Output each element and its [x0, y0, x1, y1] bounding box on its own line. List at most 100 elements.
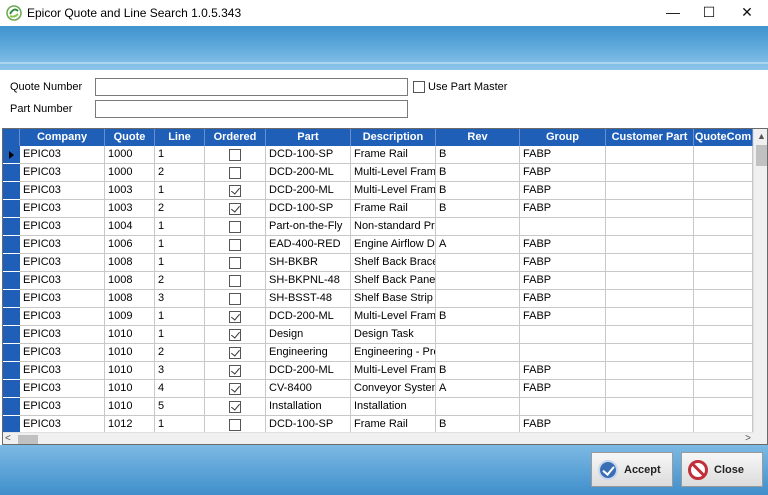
row-selector[interactable] — [3, 398, 20, 416]
cell-line[interactable]: 2 — [155, 200, 205, 218]
cell-quote[interactable]: 1010 — [105, 362, 155, 380]
cell-ordered[interactable] — [205, 200, 266, 218]
cell-customer-part[interactable] — [606, 146, 694, 164]
cell-rev[interactable] — [436, 272, 520, 290]
ordered-checkbox[interactable] — [229, 185, 241, 197]
cell-group[interactable]: FABP — [520, 308, 606, 326]
cell-part[interactable]: EAD-400-RED — [266, 236, 351, 254]
cell-line[interactable]: 1 — [155, 416, 205, 432]
cell-company[interactable]: EPIC03 — [20, 344, 105, 362]
horizontal-scroll-thumb[interactable] — [18, 435, 38, 444]
column-header-quote[interactable]: Quote — [105, 129, 155, 146]
cell-ordered[interactable] — [205, 146, 266, 164]
row-selector[interactable] — [3, 308, 20, 326]
cell-line[interactable]: 1 — [155, 146, 205, 164]
cell-quote[interactable]: 1008 — [105, 272, 155, 290]
ordered-checkbox[interactable] — [229, 203, 241, 215]
ordered-checkbox[interactable] — [229, 347, 241, 359]
table-row[interactable]: EPIC03 1012 1 DCD-100-SP Frame Rail B FABP — [3, 416, 753, 432]
scroll-right-icon[interactable]: > — [739, 433, 751, 444]
cell-description[interactable]: Shelf Back Brace — [351, 254, 436, 272]
cell-part[interactable]: Design — [266, 326, 351, 344]
row-selector[interactable] — [3, 236, 20, 254]
cell-line[interactable]: 1 — [155, 218, 205, 236]
ordered-checkbox[interactable] — [229, 149, 241, 161]
cell-company[interactable]: EPIC03 — [20, 272, 105, 290]
cell-part[interactable]: Engineering — [266, 344, 351, 362]
column-header-customer-part[interactable]: Customer Part — [606, 129, 694, 146]
cell-part[interactable]: SH-BKBR — [266, 254, 351, 272]
cell-customer-part[interactable] — [606, 182, 694, 200]
cell-part[interactable]: DCD-100-SP — [266, 200, 351, 218]
cell-rev[interactable] — [436, 290, 520, 308]
cell-ordered[interactable] — [205, 308, 266, 326]
cell-quote[interactable]: 1004 — [105, 218, 155, 236]
table-row[interactable]: EPIC03 1000 2 DCD-200-ML Multi-Level Frame B F… — [3, 164, 753, 182]
cell-ordered[interactable] — [205, 254, 266, 272]
table-row[interactable]: EPIC03 1008 1 SH-BKBR Shelf Back Brace FABP — [3, 254, 753, 272]
cell-quote-comment[interactable] — [694, 182, 753, 200]
cell-company[interactable]: EPIC03 — [20, 380, 105, 398]
cell-rev[interactable] — [436, 398, 520, 416]
row-selector[interactable] — [3, 182, 20, 200]
cell-ordered[interactable] — [205, 416, 266, 432]
row-selector[interactable] — [3, 146, 20, 164]
ordered-checkbox[interactable] — [229, 329, 241, 341]
cell-quote[interactable]: 1006 — [105, 236, 155, 254]
cell-ordered[interactable] — [205, 380, 266, 398]
cell-group[interactable]: FABP — [520, 254, 606, 272]
cell-quote[interactable]: 1010 — [105, 344, 155, 362]
cell-part[interactable]: DCD-200-ML — [266, 164, 351, 182]
cell-line[interactable]: 4 — [155, 380, 205, 398]
cell-customer-part[interactable] — [606, 326, 694, 344]
cell-description[interactable]: Multi-Level Frame — [351, 308, 436, 326]
cell-description[interactable]: Installation — [351, 398, 436, 416]
cell-customer-part[interactable] — [606, 290, 694, 308]
cell-part[interactable]: Installation — [266, 398, 351, 416]
table-row[interactable]: EPIC03 1010 2 Engineering Engineering - Pro — [3, 344, 753, 362]
cell-ordered[interactable] — [205, 398, 266, 416]
row-selector[interactable] — [3, 254, 20, 272]
cell-line[interactable]: 3 — [155, 362, 205, 380]
cell-group[interactable]: FABP — [520, 200, 606, 218]
cell-company[interactable]: EPIC03 — [20, 254, 105, 272]
cell-rev[interactable]: B — [436, 164, 520, 182]
cell-ordered[interactable] — [205, 326, 266, 344]
cell-customer-part[interactable] — [606, 362, 694, 380]
cell-ordered[interactable] — [205, 218, 266, 236]
cell-quote-comment[interactable] — [694, 254, 753, 272]
cell-rev[interactable] — [436, 218, 520, 236]
cell-company[interactable]: EPIC03 — [20, 200, 105, 218]
table-row[interactable]: EPIC03 1004 1 Part-on-the-Fly Non-standard P… — [3, 218, 753, 236]
cell-group[interactable]: FABP — [520, 380, 606, 398]
cell-ordered[interactable] — [205, 236, 266, 254]
row-selector[interactable] — [3, 326, 20, 344]
cell-part[interactable]: SH-BKPNL-48 — [266, 272, 351, 290]
cell-ordered[interactable] — [205, 182, 266, 200]
row-selector[interactable] — [3, 164, 20, 182]
ordered-checkbox[interactable] — [229, 293, 241, 305]
cell-line[interactable]: 1 — [155, 254, 205, 272]
cell-company[interactable]: EPIC03 — [20, 308, 105, 326]
cell-company[interactable]: EPIC03 — [20, 326, 105, 344]
cell-description[interactable]: Engine Airflow Di — [351, 236, 436, 254]
table-row[interactable]: EPIC03 1010 5 Installation Installation — [3, 398, 753, 416]
cell-rev[interactable]: B — [436, 182, 520, 200]
table-row[interactable]: EPIC03 1006 1 EAD-400-RED Engine Airflow Di A… — [3, 236, 753, 254]
cell-quote[interactable]: 1009 — [105, 308, 155, 326]
cell-customer-part[interactable] — [606, 398, 694, 416]
cell-description[interactable]: Multi-Level Frame — [351, 164, 436, 182]
cell-company[interactable]: EPIC03 — [20, 236, 105, 254]
cell-rev[interactable] — [436, 326, 520, 344]
table-row[interactable]: EPIC03 1003 1 DCD-200-ML Multi-Level Frame B F… — [3, 182, 753, 200]
cell-part[interactable]: DCD-100-SP — [266, 416, 351, 432]
cell-description[interactable]: Multi-Level Frame — [351, 362, 436, 380]
cell-part[interactable]: Part-on-the-Fly — [266, 218, 351, 236]
ordered-checkbox[interactable] — [229, 239, 241, 251]
cell-quote[interactable]: 1008 — [105, 290, 155, 308]
cell-company[interactable]: EPIC03 — [20, 416, 105, 432]
scroll-left-icon[interactable]: < — [5, 433, 17, 444]
cell-customer-part[interactable] — [606, 308, 694, 326]
cell-company[interactable]: EPIC03 — [20, 182, 105, 200]
cell-quote-comment[interactable] — [694, 236, 753, 254]
